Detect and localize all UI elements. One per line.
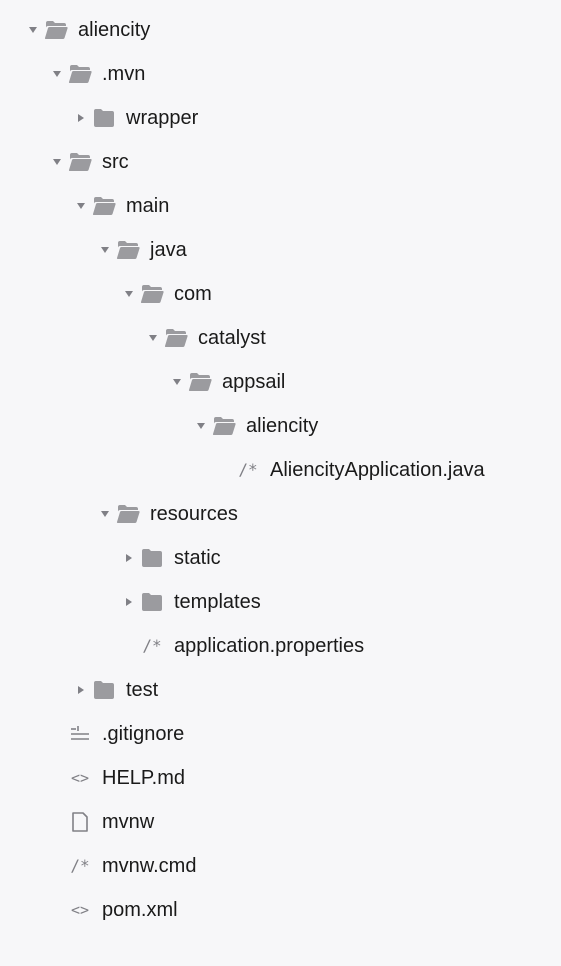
chevron-right-icon[interactable]	[72, 112, 90, 124]
file-tree: aliencity .mvn wrapper src main java	[0, 8, 561, 932]
chevron-down-icon[interactable]	[144, 332, 162, 344]
tree-item-folder[interactable]: templates	[0, 580, 561, 624]
tree-item-label: application.properties	[174, 635, 364, 658]
tree-item-folder[interactable]: appsail	[0, 360, 561, 404]
tree-item-label: appsail	[222, 371, 285, 394]
tree-item-folder[interactable]: src	[0, 140, 561, 184]
tree-item-label: static	[174, 547, 221, 570]
tree-item-folder[interactable]: aliencity	[0, 8, 561, 52]
tree-item-folder[interactable]: catalyst	[0, 316, 561, 360]
chevron-right-icon[interactable]	[120, 596, 138, 608]
tree-item-folder[interactable]: com	[0, 272, 561, 316]
tree-item-label: .gitignore	[102, 723, 184, 746]
tree-item-label: test	[126, 679, 158, 702]
tree-item-label: aliencity	[246, 415, 318, 438]
chevron-down-icon[interactable]	[72, 200, 90, 212]
tree-item-label: pom.xml	[102, 899, 178, 922]
chevron-down-icon[interactable]	[120, 288, 138, 300]
tree-item-folder[interactable]: .mvn	[0, 52, 561, 96]
tree-item-file[interactable]: mvnw.cmd	[0, 844, 561, 888]
tree-item-label: .mvn	[102, 63, 145, 86]
tree-item-label: resources	[150, 503, 238, 526]
tree-item-file[interactable]: AliencityApplication.java	[0, 448, 561, 492]
markdown-file-icon	[66, 767, 94, 789]
folder-open-icon	[210, 415, 238, 437]
tree-item-label: java	[150, 239, 187, 262]
tree-item-file[interactable]: .gitignore	[0, 712, 561, 756]
chevron-down-icon[interactable]	[192, 420, 210, 432]
chevron-down-icon[interactable]	[168, 376, 186, 388]
tree-item-file[interactable]: application.properties	[0, 624, 561, 668]
tree-item-label: templates	[174, 591, 261, 614]
folder-open-icon	[90, 195, 118, 217]
tree-item-file[interactable]: pom.xml	[0, 888, 561, 932]
tree-item-label: main	[126, 195, 169, 218]
folder-closed-icon	[90, 107, 118, 129]
tree-item-label: HELP.md	[102, 767, 185, 790]
tree-item-file[interactable]: HELP.md	[0, 756, 561, 800]
folder-open-icon	[138, 283, 166, 305]
gitignore-file-icon	[66, 723, 94, 745]
tree-item-label: mvnw.cmd	[102, 855, 196, 878]
folder-open-icon	[42, 19, 70, 41]
chevron-down-icon[interactable]	[48, 68, 66, 80]
tree-item-folder[interactable]: static	[0, 536, 561, 580]
folder-closed-icon	[138, 547, 166, 569]
folder-open-icon	[66, 151, 94, 173]
tree-item-folder[interactable]: test	[0, 668, 561, 712]
folder-closed-icon	[138, 591, 166, 613]
tree-item-label: catalyst	[198, 327, 266, 350]
tree-item-folder[interactable]: resources	[0, 492, 561, 536]
xml-file-icon	[66, 899, 94, 921]
chevron-down-icon[interactable]	[96, 508, 114, 520]
chevron-right-icon[interactable]	[120, 552, 138, 564]
tree-item-folder[interactable]: aliencity	[0, 404, 561, 448]
folder-open-icon	[162, 327, 190, 349]
tree-item-label: mvnw	[102, 811, 154, 834]
tree-item-label: AliencityApplication.java	[270, 459, 485, 482]
folder-open-icon	[66, 63, 94, 85]
folder-open-icon	[186, 371, 214, 393]
tree-item-label: src	[102, 151, 129, 174]
chevron-right-icon[interactable]	[72, 684, 90, 696]
folder-closed-icon	[90, 679, 118, 701]
tree-item-file[interactable]: mvnw	[0, 800, 561, 844]
folder-open-icon	[114, 239, 142, 261]
chevron-down-icon[interactable]	[96, 244, 114, 256]
tree-item-folder[interactable]: wrapper	[0, 96, 561, 140]
generic-file-icon	[66, 811, 94, 833]
cmd-file-icon	[66, 855, 94, 877]
tree-item-label: aliencity	[78, 19, 150, 42]
java-file-icon	[234, 459, 262, 481]
chevron-down-icon[interactable]	[48, 156, 66, 168]
chevron-down-icon[interactable]	[24, 24, 42, 36]
properties-file-icon	[138, 635, 166, 657]
tree-item-label: wrapper	[126, 107, 198, 130]
tree-item-folder[interactable]: java	[0, 228, 561, 272]
tree-item-label: com	[174, 283, 212, 306]
folder-open-icon	[114, 503, 142, 525]
tree-item-folder[interactable]: main	[0, 184, 561, 228]
